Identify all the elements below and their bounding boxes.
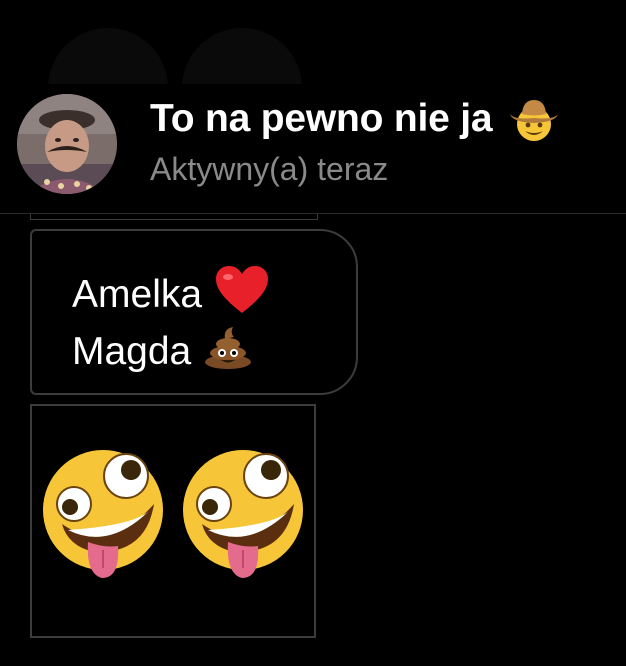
message-bubble[interactable]: Amelka Magda	[30, 229, 358, 395]
active-status: Aktywny(a) teraz	[150, 151, 389, 187]
message-line: Magda	[72, 325, 253, 379]
chat-title-text: To na pewno nie ja	[150, 97, 493, 140]
zany-face-icon	[178, 446, 308, 580]
avatar[interactable]	[17, 94, 117, 194]
emoji-message[interactable]	[30, 404, 316, 638]
red-heart-icon	[214, 265, 270, 325]
message-line-text: Magda	[72, 330, 192, 373]
cowboy-hat-face-icon	[506, 94, 562, 144]
pile-of-poo-icon	[203, 325, 253, 379]
chat-header: To na pewno nie ja Aktywny(a) teraz	[0, 84, 626, 214]
message-line: Amelka	[72, 265, 270, 325]
chat-title[interactable]: To na pewno nie ja	[150, 94, 562, 144]
message-line-text: Amelka	[72, 273, 203, 316]
zany-face-icon	[38, 446, 168, 580]
previous-message-edge	[30, 214, 318, 220]
